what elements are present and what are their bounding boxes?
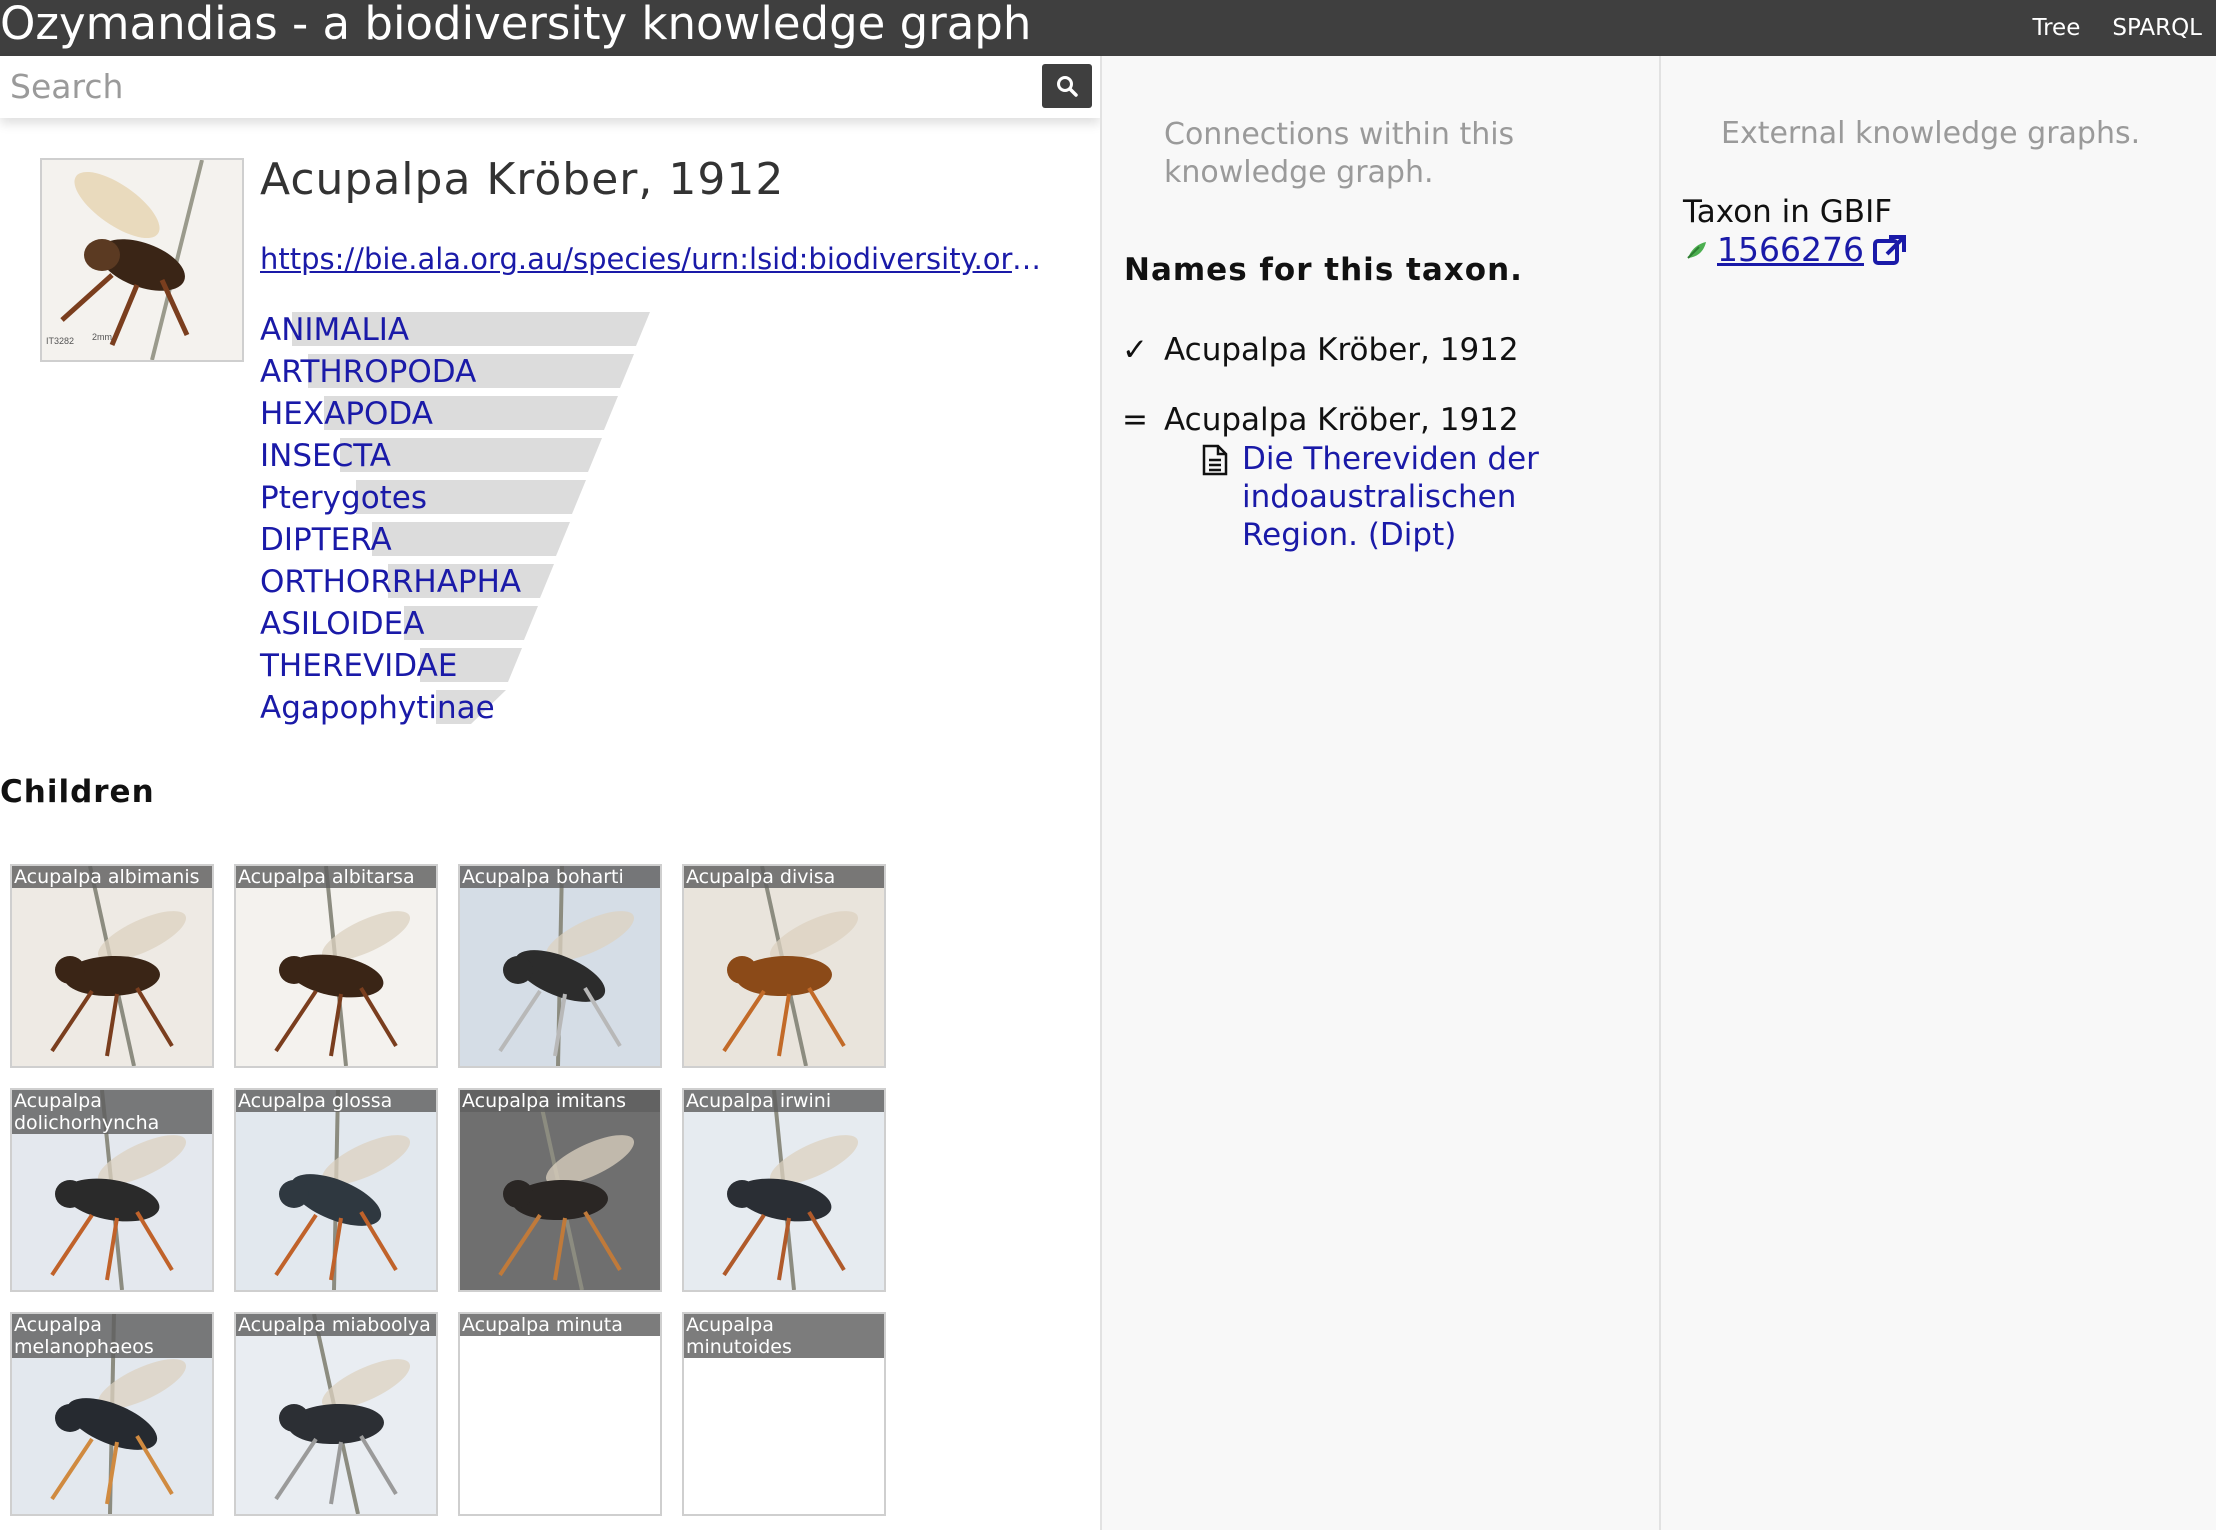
specimen-image — [460, 1090, 660, 1290]
specimen-image — [684, 866, 884, 1066]
synonym-name-row: = Acupalpa Kröber, 1912 — [1122, 402, 1519, 438]
nav-tree-link[interactable]: Tree — [2032, 15, 2080, 41]
fly-specimen-image: IT3282 2mm — [42, 160, 242, 360]
lineage-link[interactable]: ORTHORRHAPHA — [260, 564, 521, 600]
search-button[interactable] — [1042, 64, 1092, 108]
svg-text:IT3282: IT3282 — [46, 336, 74, 346]
child-taxon-label: Acupalpa imitans — [460, 1090, 660, 1112]
taxon-thumbnail: IT3282 2mm — [40, 158, 244, 362]
specimen-image — [236, 1090, 436, 1290]
children-heading: Children — [0, 774, 155, 810]
child-taxon-label: Acupalpa albitarsa — [236, 866, 436, 888]
specimen-image — [684, 1090, 884, 1290]
lineage-link[interactable]: ASILOIDEA — [260, 606, 424, 642]
lineage-link[interactable]: DIPTERA — [260, 522, 392, 558]
lineage-link[interactable]: THEREVIDAE — [260, 648, 457, 684]
child-taxon-label: Acupalpa boharti — [460, 866, 660, 888]
gbif-taxon-link[interactable]: 1566276 — [1717, 230, 1864, 269]
children-grid: Acupalpa albimanis Acupalpa albitarsa Acup… — [10, 864, 886, 1516]
child-taxon-label: Acupalpa glossa — [236, 1090, 436, 1112]
synonym-name: Acupalpa Kröber, 1912 — [1164, 402, 1519, 438]
document-icon — [1202, 444, 1228, 476]
accepted-name: Acupalpa Kröber, 1912 — [1164, 332, 1519, 368]
child-taxon-label: Acupalpa miaboolya — [236, 1314, 436, 1336]
taxon-source-link[interactable]: https://bie.ala.org.au/species/urn:lsid:… — [260, 242, 1050, 276]
child-taxon-label: Acupalpa minutoides — [684, 1314, 884, 1358]
lineage-bar — [372, 522, 570, 556]
child-taxon-tile[interactable]: Acupalpa glossa — [234, 1088, 438, 1292]
child-taxon-label: Acupalpa melanophaeos — [12, 1314, 212, 1358]
external-link-icon[interactable] — [1872, 233, 1908, 267]
child-taxon-tile[interactable]: Acupalpa minuta — [458, 1312, 662, 1516]
child-taxon-tile[interactable]: Acupalpa imitans — [458, 1088, 662, 1292]
child-taxon-tile[interactable]: Acupalpa dolichorhyncha — [10, 1088, 214, 1292]
gbif-row: 1566276 — [1685, 230, 1908, 269]
taxon-title: Acupalpa Kröber, 1912 — [260, 154, 785, 205]
top-nav: Tree SPARQL — [2032, 12, 2202, 44]
taxon-panel: IT3282 2mm Acupalpa Kröber, 1912 https:/… — [0, 56, 1100, 1530]
accepted-name-row: ✓ Acupalpa Kröber, 1912 — [1122, 332, 1519, 368]
child-taxon-tile[interactable]: Acupalpa albimanis — [10, 864, 214, 1068]
nav-sparql-link[interactable]: SPARQL — [2112, 15, 2202, 41]
child-taxon-label: Acupalpa irwini — [684, 1090, 884, 1112]
gbif-label: Taxon in GBIF — [1683, 194, 1893, 230]
search-input[interactable] — [0, 56, 1040, 116]
child-taxon-tile[interactable]: Acupalpa boharti — [458, 864, 662, 1068]
child-taxon-label: Acupalpa minuta — [460, 1314, 660, 1336]
specimen-image — [236, 1314, 436, 1514]
child-taxon-tile[interactable]: Acupalpa irwini — [682, 1088, 886, 1292]
svg-text:2mm: 2mm — [92, 332, 112, 342]
external-intro: External knowledge graphs. — [1721, 116, 2141, 151]
checkmark-icon: ✓ — [1122, 332, 1148, 368]
specimen-image — [12, 866, 212, 1066]
app-title[interactable]: Ozymandias - a biodiversity knowledge gr… — [0, 0, 1031, 50]
lineage-link[interactable]: INSECTA — [260, 438, 391, 474]
child-taxon-tile[interactable]: Acupalpa divisa — [682, 864, 886, 1068]
publication-reference: Die Thereviden der indoaustralischen Reg… — [1202, 440, 1642, 554]
lineage-link[interactable]: HEXAPODA — [260, 396, 433, 432]
lineage-link[interactable]: ARTHROPODA — [260, 354, 476, 390]
child-taxon-label: Acupalpa albimanis — [12, 866, 212, 888]
equals-icon: = — [1122, 402, 1148, 438]
child-taxon-tile[interactable]: Acupalpa miaboolya — [234, 1312, 438, 1516]
search-icon — [1057, 76, 1078, 97]
lineage-link[interactable]: Agapophytinae — [260, 690, 495, 726]
top-bar: Ozymandias - a biodiversity knowledge gr… — [0, 0, 2216, 56]
child-taxon-tile[interactable]: Acupalpa melanophaeos — [10, 1312, 214, 1516]
external-panel: External knowledge graphs. Taxon in GBIF… — [1659, 56, 2216, 1530]
specimen-image — [236, 866, 436, 1066]
publication-link[interactable]: Die Thereviden der indoaustralischen Reg… — [1242, 440, 1642, 554]
lineage-link[interactable]: Pterygotes — [260, 480, 427, 516]
connections-intro: Connections within this knowledge graph. — [1164, 117, 1515, 190]
gbif-leaf-icon — [1687, 241, 1706, 259]
child-taxon-tile[interactable]: Acupalpa albitarsa — [234, 864, 438, 1068]
names-heading: Names for this taxon. — [1124, 252, 1523, 288]
child-taxon-label: Acupalpa dolichorhyncha — [12, 1090, 212, 1134]
specimen-image — [460, 866, 660, 1066]
lineage-link[interactable]: ANIMALIA — [260, 312, 409, 348]
search-bar — [0, 56, 1100, 118]
connections-panel: Connections within this knowledge graph.… — [1100, 56, 1659, 1530]
child-taxon-label: Acupalpa divisa — [684, 866, 884, 888]
child-taxon-tile[interactable]: Acupalpa minutoides — [682, 1312, 886, 1516]
